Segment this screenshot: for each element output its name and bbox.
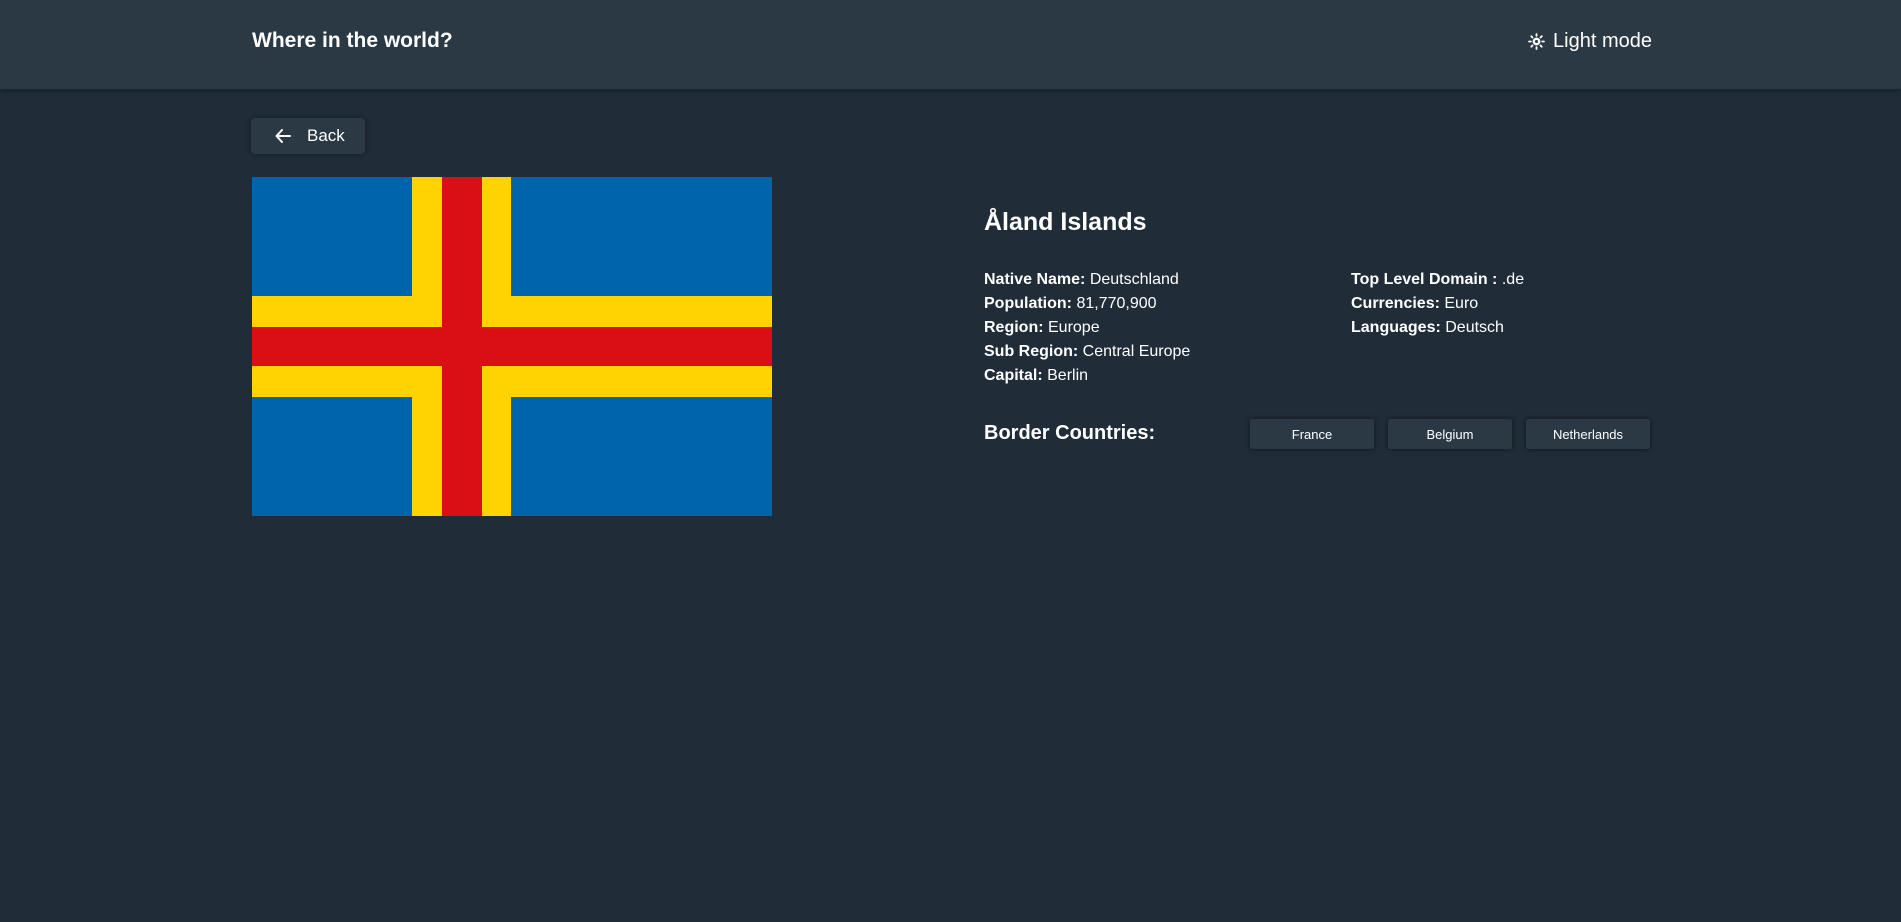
country-details-primary: Native Name: Deutschland Population: 81,…	[984, 268, 1190, 388]
border-countries-list: France Belgium Netherlands	[1250, 419, 1650, 449]
detail-value: Berlin	[1047, 367, 1089, 384]
detail-label: Native Name:	[984, 271, 1086, 288]
border-country-button-belgium[interactable]: Belgium	[1388, 419, 1512, 449]
detail-population: Population: 81,770,900	[984, 292, 1190, 316]
detail-label: Top Level Domain :	[1351, 271, 1498, 288]
detail-value: Europe	[1048, 319, 1100, 336]
detail-native-name: Native Name: Deutschland	[984, 268, 1190, 292]
detail-label: Currencies:	[1351, 295, 1440, 312]
detail-top-level-domain: Top Level Domain : .de	[1351, 268, 1524, 292]
border-countries-label: Border Countries:	[984, 422, 1156, 444]
back-button-label: Back	[307, 126, 345, 145]
country-name: Åland Islands	[984, 208, 1147, 236]
detail-value: .de	[1501, 271, 1525, 288]
detail-label: Sub Region:	[984, 343, 1079, 360]
country-details-secondary: Top Level Domain : .de Currencies: Euro …	[1351, 268, 1524, 340]
country-flag	[252, 177, 772, 516]
app-title: Where in the world?	[252, 29, 453, 52]
detail-value: Central Europe	[1082, 343, 1191, 360]
app-header: Where in the world? Light mode	[0, 0, 1901, 89]
detail-value: Euro	[1444, 295, 1479, 312]
detail-label: Region:	[984, 319, 1044, 336]
detail-label: Languages:	[1351, 319, 1441, 336]
sun-icon	[1528, 32, 1545, 50]
detail-region: Region: Europe	[984, 316, 1190, 340]
detail-languages: Languages: Deutsch	[1351, 316, 1524, 340]
detail-currencies: Currencies: Euro	[1351, 292, 1524, 316]
detail-capital: Capital: Berlin	[984, 364, 1190, 388]
theme-toggle-button[interactable]: Light mode	[1528, 28, 1652, 54]
border-country-button-france[interactable]: France	[1250, 419, 1374, 449]
back-button[interactable]: Back	[251, 118, 365, 154]
detail-label: Capital:	[984, 367, 1043, 384]
detail-sub-region: Sub Region: Central Europe	[984, 340, 1190, 364]
arrow-left-icon	[275, 129, 291, 143]
detail-value: Deutschland	[1089, 271, 1179, 288]
detail-value: 81,770,900	[1076, 295, 1157, 312]
detail-label: Population:	[984, 295, 1072, 312]
detail-value: Deutsch	[1445, 319, 1504, 336]
border-country-button-netherlands[interactable]: Netherlands	[1526, 419, 1650, 449]
flag-cross-inner-horizontal	[252, 327, 772, 366]
theme-toggle-label: Light mode	[1553, 30, 1652, 52]
